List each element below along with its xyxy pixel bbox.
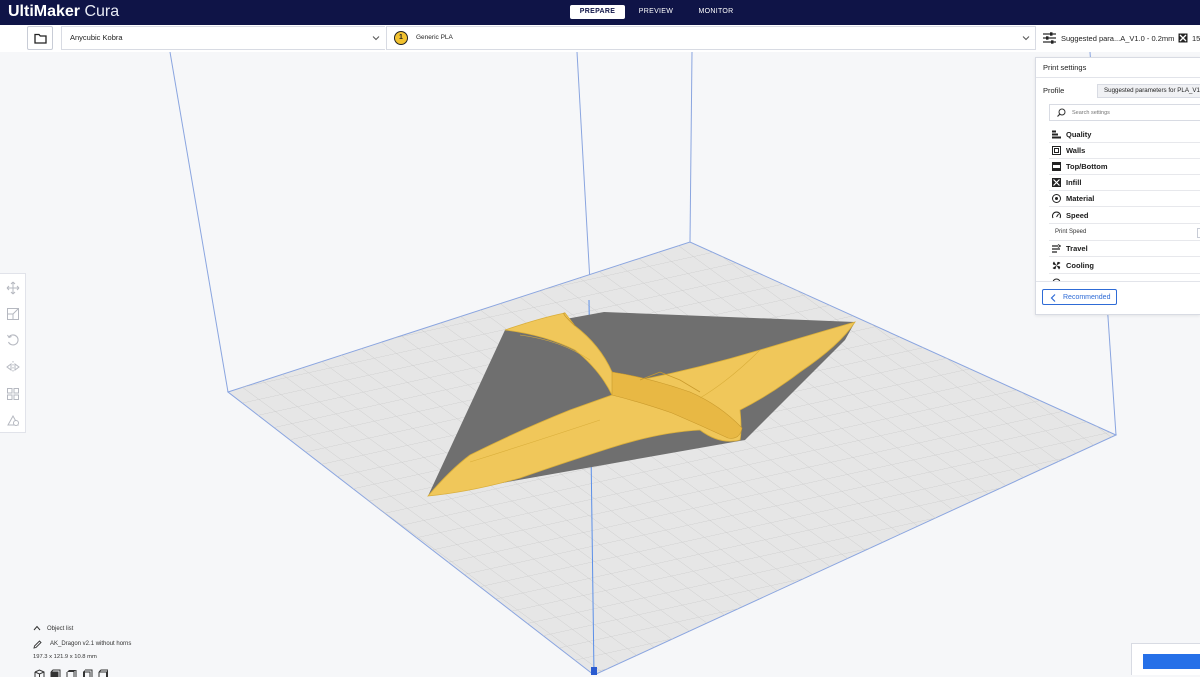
- cooling-icon: [1052, 261, 1061, 270]
- walls-icon: [1052, 146, 1061, 155]
- category-walls[interactable]: Walls: [1049, 143, 1200, 159]
- top-bottom-icon: [1052, 162, 1061, 171]
- category-label: Top/Bottom: [1066, 162, 1108, 171]
- chevron-left-icon: [1050, 294, 1056, 302]
- setting-label: Print Speed: [1055, 229, 1087, 235]
- print-settings-panel: Print settings Profile Suggested paramet…: [1035, 57, 1200, 315]
- chevron-down-icon: [372, 36, 380, 41]
- action-panel: [1131, 643, 1200, 675]
- pencil-icon[interactable]: [33, 640, 42, 649]
- category-label: Infill: [1066, 178, 1082, 187]
- recommended-label: Recommended: [1063, 294, 1111, 301]
- category-label: Material: [1066, 194, 1095, 203]
- category-speed[interactable]: Speed: [1049, 208, 1200, 224]
- infill-icon: [1052, 178, 1061, 187]
- slice-button[interactable]: [1143, 654, 1200, 669]
- printer-name: Anycubic Kobra: [70, 33, 123, 42]
- printer-selector[interactable]: Anycubic Kobra: [61, 26, 385, 50]
- rotate-icon[interactable]: [6, 333, 20, 347]
- search-settings-field[interactable]: [1049, 104, 1200, 121]
- object-list: Object list AK_Dragon v2.1 without horns…: [30, 622, 230, 677]
- category-label: Speed: [1066, 211, 1089, 220]
- title-bar: UltiMaker Cura PREPARE PREVIEW MONITOR: [0, 0, 1200, 25]
- view-3d-icon[interactable]: [34, 669, 45, 677]
- view-right-icon[interactable]: [98, 669, 109, 677]
- category-label: Quality: [1066, 130, 1092, 139]
- logo-text-bold: UltiMaker: [8, 3, 81, 20]
- tool-panel: [0, 273, 26, 433]
- tab-monitor[interactable]: MONITOR: [690, 5, 742, 19]
- category-cooling[interactable]: Cooling: [1049, 258, 1200, 274]
- profile-dropdown[interactable]: Suggested parameters for PLA_V1.0: [1097, 84, 1200, 98]
- chevron-down-icon: [1022, 36, 1030, 41]
- travel-icon: [1052, 244, 1061, 253]
- setting-print-speed[interactable]: Print Speed: [1049, 225, 1200, 241]
- extruder-badge: 1: [394, 31, 408, 45]
- search-input[interactable]: [1072, 107, 1192, 118]
- recommended-button[interactable]: Recommended: [1042, 289, 1117, 305]
- divider: [1036, 281, 1200, 282]
- search-icon: [1057, 108, 1066, 117]
- speed-icon: [1052, 211, 1061, 219]
- infill-summary: 15: [1192, 34, 1200, 43]
- category-label: Cooling: [1066, 261, 1094, 270]
- tab-preview[interactable]: PREVIEW: [632, 5, 680, 19]
- view-front-icon[interactable]: [50, 669, 61, 677]
- per-model-settings-icon[interactable]: [6, 387, 20, 401]
- view-top-icon[interactable]: [66, 669, 77, 677]
- profile-summary-label: Suggested para...A_V1.0 - 0.2mm: [1061, 34, 1175, 43]
- sliders-icon: [1043, 32, 1056, 44]
- category-label: Travel: [1066, 244, 1088, 253]
- object-list-title[interactable]: Object list: [47, 626, 73, 632]
- mirror-icon[interactable]: [6, 360, 20, 374]
- material-icon: [1052, 194, 1061, 203]
- view-left-icon[interactable]: [82, 669, 93, 677]
- origin-marker: [591, 667, 597, 675]
- scale-icon[interactable]: [6, 307, 20, 321]
- category-material[interactable]: Material: [1049, 191, 1200, 207]
- divider: [1036, 77, 1200, 78]
- infill-icon: [1178, 33, 1188, 43]
- chevron-up-icon[interactable]: [33, 625, 41, 631]
- object-name: AK_Dragon v2.1 without horns: [50, 641, 132, 647]
- viewport-3d[interactable]: [0, 52, 1200, 675]
- category-top-bottom[interactable]: Top/Bottom: [1049, 159, 1200, 175]
- logo-text-light: Cura: [80, 3, 120, 20]
- print-settings-title: Print settings: [1043, 63, 1087, 72]
- quality-icon: [1052, 130, 1061, 139]
- category-infill[interactable]: Infill: [1049, 175, 1200, 191]
- move-icon[interactable]: [6, 281, 20, 295]
- object-dimensions: 197.3 x 121.9 x 10.8 mm: [33, 654, 97, 660]
- folder-icon: [33, 33, 47, 44]
- profile-label: Profile: [1043, 86, 1065, 95]
- app-logo: UltiMaker Cura: [8, 2, 119, 22]
- category-quality[interactable]: Quality: [1049, 127, 1200, 143]
- material-name: Generic PLA: [416, 34, 453, 41]
- tab-prepare[interactable]: PREPARE: [570, 5, 625, 19]
- open-file-button[interactable]: [27, 26, 53, 50]
- category-label: Walls: [1066, 146, 1086, 155]
- material-selector[interactable]: 1 Generic PLA: [386, 26, 1036, 50]
- category-travel[interactable]: Travel: [1049, 241, 1200, 257]
- support-blocker-icon[interactable]: [6, 413, 20, 427]
- print-settings-summary[interactable]: Suggested para...A_V1.0 - 0.2mm 15: [1036, 26, 1200, 50]
